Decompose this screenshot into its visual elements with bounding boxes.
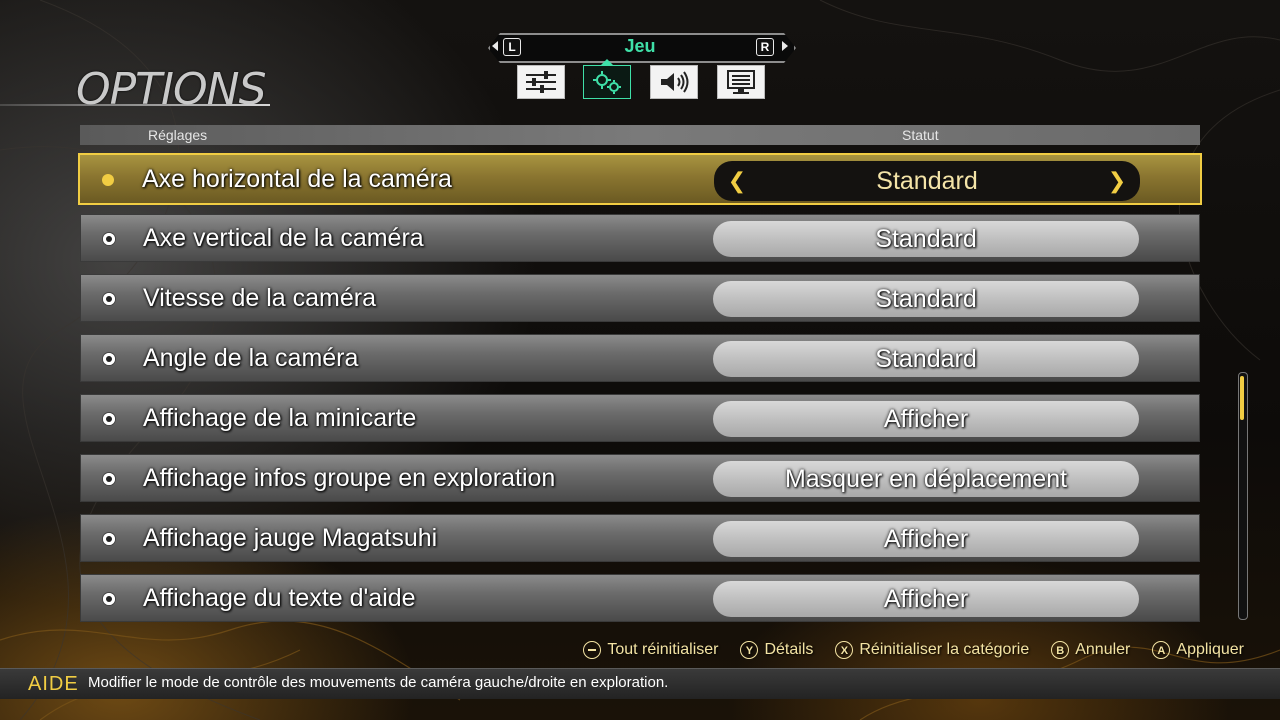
scrollbar-thumb[interactable] xyxy=(1240,376,1244,420)
option-row[interactable]: Axe vertical de la caméra Standard xyxy=(80,214,1200,262)
option-row[interactable]: Affichage infos groupe en exploration Ma… xyxy=(80,454,1200,502)
option-row[interactable]: Angle de la caméra Standard xyxy=(80,334,1200,382)
b-button-icon: B xyxy=(1051,641,1070,659)
bullet-icon xyxy=(103,293,115,305)
hint-label: Annuler xyxy=(1075,641,1131,658)
speaker-icon xyxy=(661,71,689,93)
option-label: Affichage infos groupe en exploration xyxy=(143,464,556,492)
bullet-icon xyxy=(103,233,115,245)
option-row[interactable]: Affichage de la minicarte Afficher xyxy=(80,394,1200,442)
hint-details[interactable]: Y Détails xyxy=(740,638,813,662)
option-value[interactable]: Afficher xyxy=(713,521,1139,557)
option-label: Vitesse de la caméra xyxy=(143,284,376,312)
hint-cancel[interactable]: B Annuler xyxy=(1051,638,1130,662)
option-value-text: Standard xyxy=(876,167,978,195)
option-label: Affichage du texte d'aide xyxy=(143,584,416,612)
option-row[interactable]: Vitesse de la caméra Standard xyxy=(80,274,1200,322)
value-right-arrow-icon[interactable]: ❯ xyxy=(1106,170,1128,192)
column-status-label: Statut xyxy=(902,127,939,143)
value-left-arrow-icon[interactable]: ❮ xyxy=(726,170,748,192)
x-button-icon: X xyxy=(835,641,854,659)
button-hints: Tout réinitialiser Y Détails X Réinitial… xyxy=(0,638,1244,662)
option-value[interactable]: Masquer en déplacement xyxy=(713,461,1139,497)
option-value[interactable]: Standard xyxy=(713,281,1139,317)
option-value[interactable]: Afficher xyxy=(713,581,1139,617)
bullet-icon xyxy=(102,174,114,186)
tab-audio[interactable] xyxy=(650,65,698,99)
option-value[interactable]: Afficher xyxy=(713,401,1139,437)
hint-reset-category[interactable]: X Réinitialiser la catégorie xyxy=(835,638,1029,662)
page-title: OPTIONS xyxy=(76,64,266,115)
tab-controls[interactable] xyxy=(517,65,565,99)
r-button-icon[interactable]: R xyxy=(756,38,774,56)
option-value[interactable]: ❮ Standard ❯ xyxy=(714,161,1140,201)
minus-button-icon xyxy=(583,641,602,659)
y-button-icon: Y xyxy=(740,641,759,659)
gears-icon xyxy=(593,71,621,94)
option-row[interactable]: Affichage du texte d'aide Afficher xyxy=(80,574,1200,622)
hint-label: Réinitialiser la catégorie xyxy=(859,641,1030,658)
sliders-icon xyxy=(526,71,556,93)
bullet-icon xyxy=(103,353,115,365)
bullet-icon xyxy=(103,533,115,545)
bullet-icon xyxy=(103,593,115,605)
bullet-icon xyxy=(103,413,115,425)
category-title: Jeu xyxy=(624,36,656,56)
a-button-icon: A xyxy=(1152,641,1171,659)
option-value[interactable]: Standard xyxy=(713,221,1139,257)
hint-label: Tout réinitialiser xyxy=(607,641,719,658)
option-value[interactable]: Standard xyxy=(713,341,1139,377)
help-text: Modifier le mode de contrôle des mouveme… xyxy=(88,674,669,691)
option-label: Affichage jauge Magatsuhi xyxy=(143,524,438,552)
option-label: Affichage de la minicarte xyxy=(143,404,417,432)
option-row[interactable]: Axe horizontal de la caméra ❮ Standard ❯ xyxy=(78,153,1202,205)
next-category-arrow-icon[interactable] xyxy=(782,41,788,51)
hint-label: Détails xyxy=(764,641,814,658)
tab-display[interactable] xyxy=(717,65,765,99)
tab-game[interactable] xyxy=(583,65,631,99)
monitor-icon xyxy=(727,70,755,94)
help-label: AIDE xyxy=(28,673,79,695)
title-underline xyxy=(0,104,270,106)
option-label: Axe horizontal de la caméra xyxy=(142,165,452,193)
option-label: Angle de la caméra xyxy=(143,344,359,372)
bullet-icon xyxy=(103,473,115,485)
column-settings-label: Réglages xyxy=(148,127,208,143)
option-label: Axe vertical de la caméra xyxy=(143,224,424,252)
column-header: Réglages Statut xyxy=(80,125,1200,145)
option-row[interactable]: Affichage jauge Magatsuhi Afficher xyxy=(80,514,1200,562)
hint-apply[interactable]: A Appliquer xyxy=(1152,638,1244,662)
hint-label: Appliquer xyxy=(1176,641,1244,658)
hint-reset-all[interactable]: Tout réinitialiser xyxy=(583,638,718,662)
